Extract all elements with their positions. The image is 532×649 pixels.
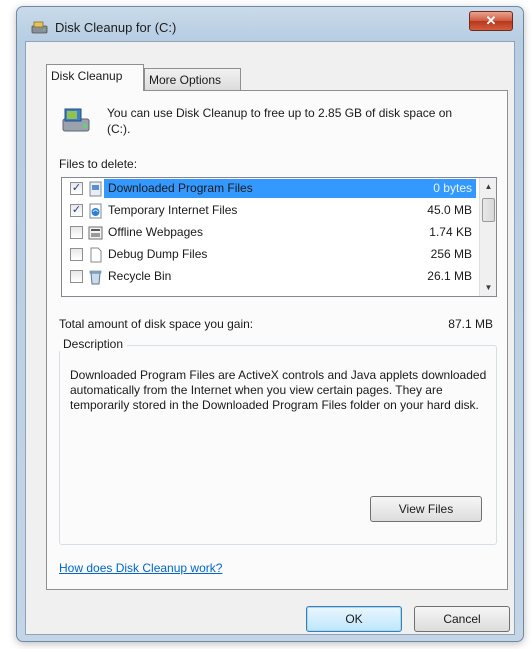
disk-cleanup-icon [62, 108, 90, 132]
total-space-label: Total amount of disk space you gain: [59, 317, 254, 331]
close-icon: ✕ [485, 13, 497, 28]
tab-more-options[interactable]: More Options [144, 68, 241, 90]
scroll-down-icon[interactable]: ▼ [480, 279, 497, 296]
list-item[interactable]: Debug Dump Files 256 MB [64, 244, 478, 266]
offline-webpages-icon [88, 226, 103, 240]
file-name: Downloaded Program Files [108, 181, 253, 195]
cancel-button[interactable]: Cancel [414, 606, 510, 632]
files-to-delete-list[interactable]: ✓ Downloaded Program Files 0 bytes ✓ Tem… [61, 177, 497, 297]
disk-cleanup-panel: You can use Disk Cleanup to free up to 2… [46, 90, 508, 590]
file-name: Temporary Internet Files [108, 203, 238, 217]
checkbox[interactable]: ✓ [70, 204, 83, 217]
info-text: You can use Disk Cleanup to free up to 2… [107, 106, 453, 136]
disk-cleanup-window: Disk Cleanup for (C:) ✕ Disk Cleanup Mor… [16, 6, 524, 642]
description-group: Downloaded Program Files are ActiveX con… [59, 345, 497, 545]
file-size: 26.1 MB [427, 269, 472, 283]
checkbox[interactable] [70, 270, 83, 283]
list-scrollbar[interactable]: ▲ ▼ [479, 178, 496, 296]
file-size: 256 MB [430, 247, 472, 261]
description-title: Description [59, 337, 128, 351]
document-icon [90, 247, 102, 263]
tab-disk-cleanup[interactable]: Disk Cleanup [46, 64, 144, 91]
files-to-delete-label: Files to delete: [59, 157, 138, 171]
file-name: Recycle Bin [108, 269, 172, 283]
scroll-up-icon[interactable]: ▲ [480, 178, 497, 195]
close-button[interactable]: ✕ [469, 11, 513, 31]
list-item[interactable]: Offline Webpages 1.74 KB [64, 222, 478, 244]
file-name: Debug Dump Files [108, 247, 208, 261]
view-files-button[interactable]: View Files [370, 496, 482, 522]
checkbox[interactable] [70, 226, 83, 239]
dialog-client-area: Disk Cleanup More Options You can use Di… [25, 41, 515, 635]
recycle-bin-icon [89, 270, 102, 285]
list-item[interactable]: Recycle Bin 26.1 MB [64, 266, 478, 288]
ok-button[interactable]: OK [306, 606, 402, 632]
list-item[interactable]: ✓ Temporary Internet Files 45.0 MB [64, 200, 478, 222]
internet-files-icon [89, 203, 102, 219]
file-size: 1.74 KB [429, 225, 472, 239]
checkbox[interactable]: ✓ [70, 182, 83, 195]
program-files-icon [89, 181, 102, 197]
help-link[interactable]: How does Disk Cleanup work? [59, 561, 222, 575]
total-space-value: 87.1 MB [448, 317, 493, 331]
checkbox[interactable] [70, 248, 83, 261]
list-item[interactable]: ✓ Downloaded Program Files 0 bytes [64, 178, 478, 200]
file-name: Offline Webpages [108, 225, 203, 239]
disk-cleanup-icon [31, 21, 48, 34]
scroll-thumb[interactable] [482, 198, 495, 222]
title-bar[interactable]: Disk Cleanup for (C:) ✕ [17, 7, 523, 41]
file-size: 0 bytes [433, 181, 472, 195]
description-text: Downloaded Program Files are ActiveX con… [70, 368, 487, 412]
file-size: 45.0 MB [427, 203, 472, 217]
window-title: Disk Cleanup for (C:) [55, 20, 177, 35]
